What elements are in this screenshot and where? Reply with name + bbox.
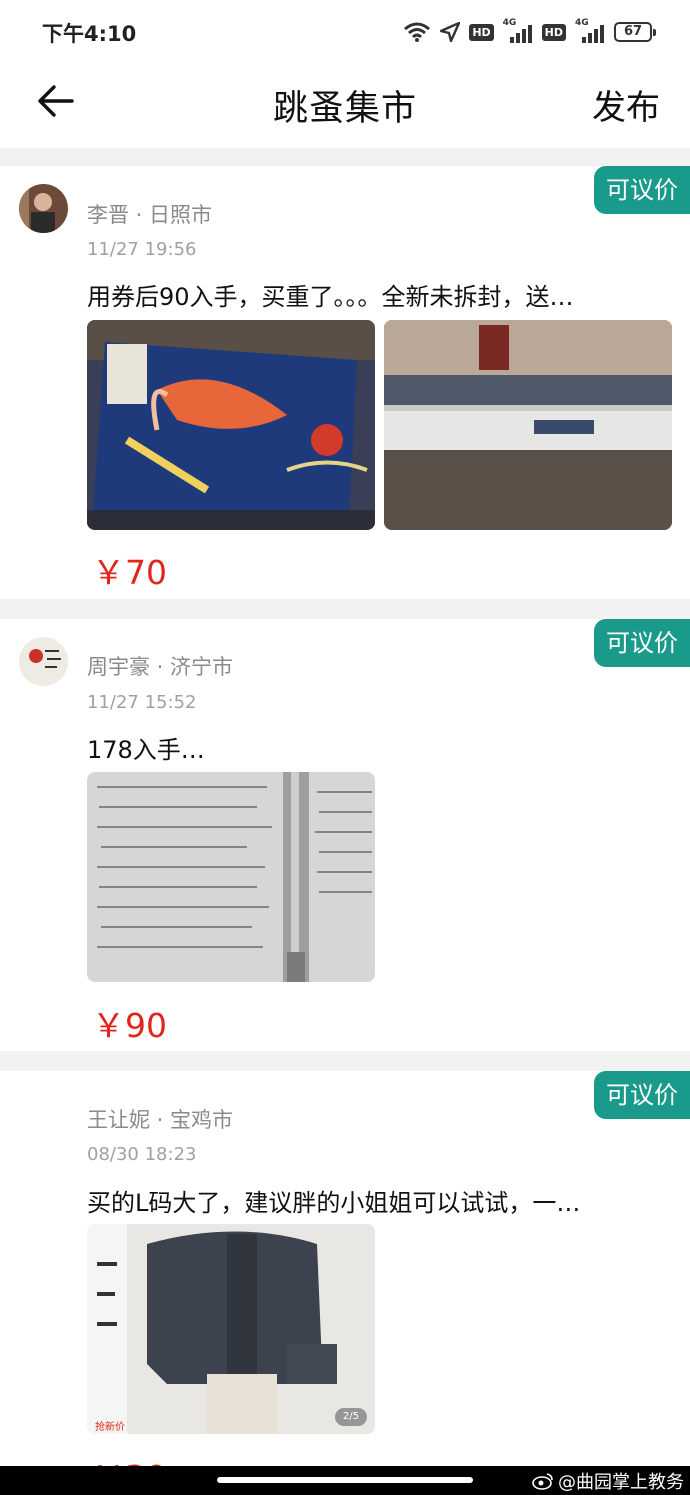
post-photo[interactable] bbox=[87, 772, 375, 982]
hd-badge: HD bbox=[469, 23, 494, 41]
wifi-icon bbox=[404, 22, 431, 42]
post-author: 周宇豪 · 济宁市 bbox=[87, 655, 234, 679]
status-time: 下午4:10 bbox=[42, 22, 137, 46]
post-author: 李晋 · 日照市 bbox=[87, 203, 213, 227]
nav-bar: 跳蚤集市 发布 bbox=[0, 62, 690, 148]
post-date: 11/27 19:56 bbox=[87, 239, 197, 260]
hd-badge: HD bbox=[541, 23, 566, 41]
post-card[interactable]: 可议价 周宇豪 · 济宁市 11/27 15:52 178入手… ￥90 bbox=[0, 619, 690, 1051]
avatar[interactable] bbox=[19, 637, 68, 686]
post-card[interactable]: 可议价 王让妮 · 宝鸡市 08/30 18:23 买的L码大了，建议胖的小姐姐… bbox=[0, 1071, 690, 1466]
post-description: 买的L码大了，建议胖的小姐姐可以试试，一… bbox=[87, 1189, 581, 1217]
watermark-text: @曲园掌上教务 bbox=[558, 1472, 684, 1493]
battery-icon: 67 bbox=[614, 22, 656, 42]
location-icon bbox=[440, 22, 461, 42]
post-card[interactable]: 可议价 李晋 · 日照市 11/27 19:56 用券后90入手，买重了。。。全… bbox=[0, 166, 690, 599]
home-indicator[interactable] bbox=[217, 1477, 473, 1483]
negotiable-badge: 可议价 bbox=[594, 1071, 690, 1119]
post-description: 用券后90入手，买重了。。。全新未拆封，送… bbox=[87, 283, 574, 311]
publish-button[interactable]: 发布 bbox=[592, 80, 660, 129]
post-author: 王让妮 · 宝鸡市 bbox=[87, 1108, 234, 1132]
signal-icon: 4G bbox=[503, 18, 533, 43]
status-bar: 下午4:10 HD 4G HD 4G 67 bbox=[0, 0, 690, 62]
post-description: 178入手… bbox=[87, 736, 205, 764]
avatar[interactable] bbox=[19, 184, 68, 233]
negotiable-badge: 可议价 bbox=[594, 619, 690, 667]
page-title: 跳蚤集市 bbox=[272, 89, 417, 129]
post-date: 11/27 15:52 bbox=[87, 692, 197, 713]
home-indicator-bar: @曲园掌上教务 bbox=[0, 1466, 690, 1495]
photo-counter: 2/5 bbox=[334, 1408, 367, 1426]
status-icons: HD 4G HD 4G 67 bbox=[403, 18, 656, 46]
post-photo[interactable] bbox=[87, 320, 375, 530]
negotiable-badge: 可议价 bbox=[594, 166, 690, 214]
post-price: ￥90 bbox=[92, 1006, 167, 1045]
post-price: ￥30 bbox=[92, 1451, 167, 1466]
post-photo[interactable] bbox=[384, 320, 672, 530]
post-price: ￥70 bbox=[92, 553, 167, 592]
weibo-icon bbox=[532, 1473, 553, 1490]
post-date: 08/30 18:23 bbox=[87, 1144, 197, 1165]
watermark: @曲园掌上教务 bbox=[532, 1468, 684, 1494]
photo-caption: 抢新价 bbox=[95, 1422, 125, 1433]
post-photo[interactable]: 2/5 bbox=[87, 1224, 375, 1434]
signal-icon: 4G bbox=[575, 18, 605, 43]
